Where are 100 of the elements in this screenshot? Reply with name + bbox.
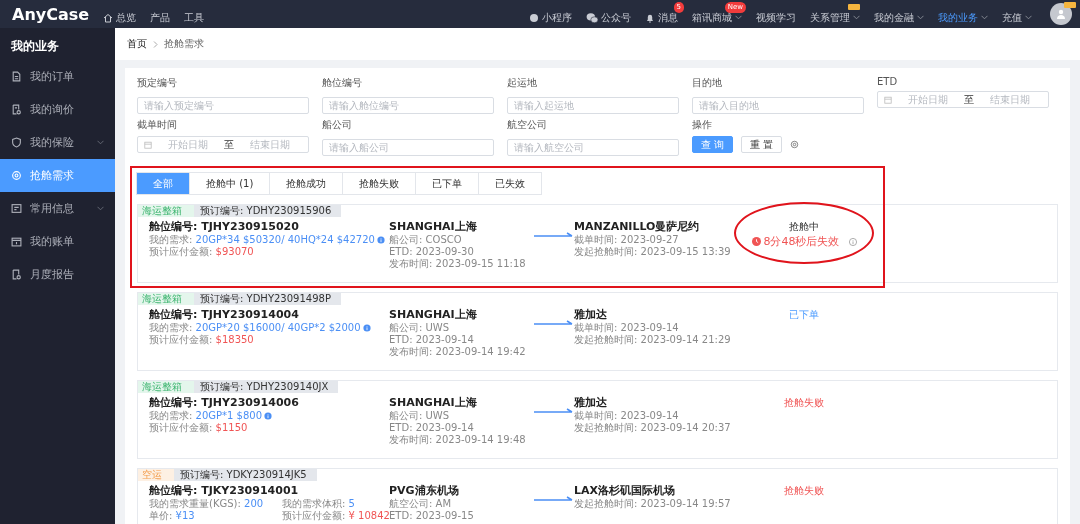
booking-card[interactable]: 海运整箱 预订编号: YDHY2309140JX 舱位编号: TJHY230914006 我的需求: 20GP*1 $800 预计应付金额: $1150 SHANGHAI上海 船公司: UWS ETD: 2023-09-14 发布时间: 2023-09-14 19:48 雅加达 截单时间: 2023-09-14 发起抢舱时间: 2023-09-14 20:37 抢舱失败	[137, 380, 1058, 459]
document-icon	[11, 71, 22, 82]
arrow-icon	[534, 408, 574, 415]
reset-button[interactable]: 重 置	[741, 136, 783, 153]
tab[interactable]: 已失效	[478, 172, 543, 195]
booking-card[interactable]: 空运 预订编号: YDKY230914JK5 舱位编号: TJKY230914001 我的需求重量(KGS): 200 我的需求体积: 5 单价: ¥13 预计应付金额: ¥ 10842 PVG浦东机场 航空公司: AM ETD: 2023-09-15 LAX洛杉矶国际机场 发起抢舱时间: 2023-09-14 19:57 抢舱失败	[137, 468, 1058, 524]
range-separator: 至	[224, 137, 234, 152]
tab[interactable]: 抢舱成功	[269, 172, 344, 195]
tab[interactable]: 已下单	[415, 172, 480, 195]
slot-number: 舱位编号: TJHY230914006	[149, 396, 300, 410]
logo[interactable]: AnyCase	[12, 4, 90, 24]
detail-text: 我的需求体积: 5	[282, 498, 355, 510]
tab[interactable]: 抢舱中 (1)	[189, 172, 271, 195]
booking-card[interactable]	[137, 204, 1058, 283]
price-sheet-icon	[11, 104, 22, 115]
detail-text: ETD: 2023-09-14	[389, 422, 475, 434]
end-date-placeholder: 结束日期	[989, 92, 1031, 107]
detail-text: 我的需求: 20GP*20 $16000/ 40GP*2 $2000	[149, 322, 361, 334]
detail-text: 航空公司: AM	[389, 498, 453, 510]
nav-link[interactable]: 产品	[150, 10, 171, 25]
type-tag: 海运整箱	[138, 293, 194, 305]
bill-icon	[11, 236, 22, 247]
countdown-text: 8分48秒后失效	[763, 234, 840, 249]
chat-bubbles-icon	[586, 11, 598, 24]
info-icon	[264, 412, 273, 420]
booking-number: 预订编号: YDHY23091498P	[194, 293, 341, 305]
vip-badge	[848, 3, 860, 10]
detail-text: ETD: 2023-09-14	[389, 334, 475, 346]
nav-link[interactable]: 我的业务	[938, 10, 988, 25]
slot-number: 舱位编号: TJHY230914004	[149, 308, 300, 322]
booking-card[interactable]	[137, 292, 1058, 371]
info-icon	[376, 236, 385, 244]
end-date-placeholder: 结束日期	[249, 137, 291, 152]
sidebar-item[interactable]: 月度报告	[0, 258, 115, 291]
nav-link[interactable]: 箱讯商城	[692, 10, 742, 25]
sidebar-title: 我的业务	[10, 38, 60, 55]
text-field[interactable]: 请输入起运地	[507, 97, 679, 114]
detail-text: 发布时间: 2023-09-14 19:42	[389, 346, 527, 358]
nav-link[interactable]: 消息	[645, 10, 678, 25]
nav-link[interactable]: 工具	[184, 10, 205, 25]
detail-text: 预计应付金额: $18350	[149, 334, 254, 346]
nav-link[interactable]: 公众号	[586, 10, 631, 25]
info-icon	[848, 237, 857, 246]
detail-text: 预计应付金额: $93070	[149, 246, 254, 258]
date-range-field[interactable]: 开始日期 至 结束日期	[137, 136, 309, 153]
detail-text: 船公司: UWS	[389, 410, 451, 422]
text-field[interactable]: 请输入目的地	[692, 97, 864, 114]
sidebar-item[interactable]: 常用信息	[0, 192, 115, 225]
destination-name: 雅加达	[574, 396, 608, 410]
arrow-icon	[534, 496, 574, 503]
breadcrumb-link[interactable]: 首页	[127, 37, 147, 51]
arrow-icon	[534, 232, 574, 239]
sidebar-item[interactable]: 我的订单	[0, 60, 115, 93]
sidebar-item[interactable]: 我的保险	[0, 126, 115, 159]
text-field[interactable]: 请输入舱位编号	[322, 97, 494, 114]
field-label: 起运地	[507, 76, 538, 90]
field-label: 目的地	[692, 76, 723, 90]
destination-name: MANZANILLO曼萨尼约	[574, 220, 701, 234]
shield-icon	[11, 137, 22, 148]
start-date-placeholder: 开始日期	[907, 92, 949, 107]
settings-icon[interactable]	[790, 140, 800, 149]
nav-link[interactable]: 总览	[103, 10, 137, 25]
slot-number: 舱位编号: TJHY230915020	[149, 220, 300, 234]
slot-number: 舱位编号: TJKY230914001	[149, 484, 300, 498]
nav-link[interactable]: 小程序	[529, 10, 572, 25]
avatar[interactable]	[1050, 3, 1072, 25]
nav-link[interactable]: 充值	[1002, 10, 1032, 25]
nav-link[interactable]: 视频学习	[756, 10, 796, 25]
caret-icon	[735, 15, 742, 20]
detail-text: 单价: ¥13	[149, 510, 195, 522]
text-field[interactable]: 请输入预定编号	[137, 97, 309, 114]
caret-icon	[97, 140, 104, 145]
calendar-icon	[144, 140, 152, 149]
sidebar-item[interactable]: 我的询价	[0, 93, 115, 126]
date-range-field[interactable]: 开始日期 至 结束日期	[877, 91, 1049, 108]
caret-icon	[917, 15, 924, 20]
nav-link[interactable]: 我的金融	[874, 10, 924, 25]
nav-link[interactable]: 关系管理	[810, 10, 860, 25]
detail-text: 截单时间: 2023-09-14	[574, 322, 680, 334]
home-icon	[103, 12, 114, 23]
text-field[interactable]: 请输入船公司	[322, 139, 494, 156]
start-date-placeholder: 开始日期	[167, 137, 209, 152]
user-icon	[1056, 9, 1066, 19]
booking-number: 预订编号: YDHY2309140JX	[194, 381, 339, 393]
sidebar-item[interactable]: 我的账单	[0, 225, 115, 258]
detail-text: 截单时间: 2023-09-27	[574, 234, 680, 246]
text-field[interactable]: 请输入航空公司	[507, 139, 679, 156]
detail-text: 发起抢舱时间: 2023-09-14 21:29	[574, 334, 732, 346]
origin-name: SHANGHAI上海	[389, 308, 478, 322]
detail-text: 发布时间: 2023-09-14 19:48	[389, 434, 527, 446]
gear-icon	[11, 170, 22, 181]
chevron-icon	[153, 40, 158, 48]
detail-text: 我的需求重量(KGS): 200	[149, 498, 264, 510]
tab[interactable]: 抢舱失败	[342, 172, 417, 195]
breadcrumb-link[interactable]: 抢舱需求	[164, 37, 204, 51]
detail-text: 发起抢舱时间: 2023-09-14 20:37	[574, 422, 732, 434]
report-icon	[11, 269, 22, 280]
field-label: 舱位编号	[322, 76, 363, 90]
info-icon	[362, 324, 371, 332]
detail-text: ETD: 2023-09-15	[389, 510, 475, 522]
